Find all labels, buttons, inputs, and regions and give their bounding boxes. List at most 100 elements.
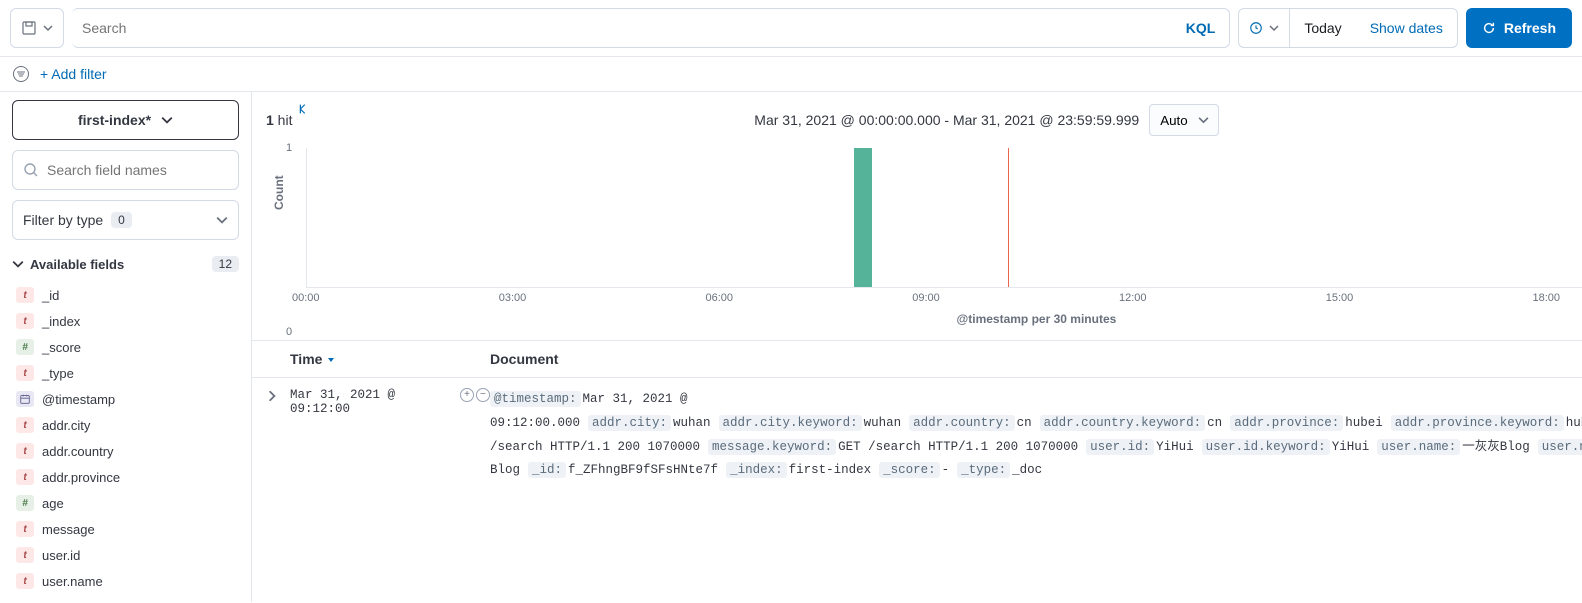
field-name: _type [42,366,74,381]
date-picker: Today Show dates [1238,8,1458,48]
sidebar: first-index* Filter by type 0 Available … [0,92,251,602]
results-panel: 1 hit Mar 31, 2021 @ 00:00:00.000 - Mar … [251,92,1582,602]
field-item[interactable]: t message [12,516,239,542]
field-item[interactable]: #age [12,490,239,516]
doc-field-value: cn [1207,416,1222,430]
doc-field-value: 一灰灰Blog [1462,440,1530,454]
text-type-icon: t [16,469,34,485]
doc-field-value: f_ZFhngBF9fSFsHNte7f [568,463,718,477]
doc-field-value: cn [1017,416,1032,430]
search-input[interactable] [72,20,1172,36]
x-tick: 18:00 [1533,292,1561,304]
main-content: first-index* Filter by type 0 Available … [0,92,1582,602]
saved-queries-menu[interactable] [10,8,64,48]
text-type-icon: t [16,443,34,459]
field-name: message [42,522,95,537]
add-filter-link[interactable]: + Add filter [40,66,107,82]
date-quick-select[interactable] [1239,9,1290,47]
doc-field-key: addr.country.keyword: [1040,415,1206,431]
filter-type-count: 0 [111,212,132,228]
now-marker [1008,148,1009,287]
column-time[interactable]: Time [290,351,490,367]
text-type-icon: t [16,287,34,303]
calendar-icon [1249,21,1263,35]
text-type-icon: t [16,521,34,537]
field-name: _score [42,340,81,355]
doc-field-key: @timestamp: [490,391,581,407]
x-tick: 00:00 [292,292,320,304]
doc-field-value: first-index [789,463,872,477]
field-item[interactable]: t_id [12,282,239,308]
doc-field-value: wuhan [673,416,711,430]
text-type-icon: t [16,573,34,589]
field-name: addr.city [42,418,90,433]
doc-field-key: user.name.keyword: [1538,439,1582,455]
refresh-icon [1482,21,1496,35]
time-cell: Mar 31, 2021 @ 09:12:00 + − [290,388,490,416]
y-tick: 0 [286,326,292,338]
text-type-icon: t [16,365,34,381]
show-dates-link[interactable]: Show dates [1356,20,1457,36]
field-item[interactable]: t _index [12,308,239,334]
available-fields-label: Available fields [30,257,124,272]
collapse-sidebar-icon[interactable] [296,102,310,116]
x-tick: 03:00 [499,292,527,304]
field-item[interactable]: t user.id [12,542,239,568]
doc-field-key: addr.province.keyword: [1391,415,1564,431]
remove-filter-icon[interactable]: − [476,388,490,402]
field-name: _index [42,314,80,329]
index-pattern-select[interactable]: first-index* [12,100,239,140]
doc-field-value: YiHui [1156,440,1194,454]
search-fields-input[interactable] [47,162,228,178]
x-tick: 12:00 [1119,292,1147,304]
expand-row-button[interactable] [266,388,290,402]
field-name: user.id [42,548,80,563]
filter-bar: + Add filter [0,57,1582,92]
filter-options-icon[interactable] [12,65,30,83]
doc-field-value: hubei [1566,416,1582,430]
chevron-down-icon [12,258,24,270]
number-type-icon: # [16,495,34,511]
histogram-bar[interactable] [854,148,872,287]
doc-field-key: user.id: [1086,439,1154,455]
kql-toggle[interactable]: KQL [1172,20,1230,36]
doc-field-value: hubei [1345,416,1383,430]
search-fields-wrap [12,150,239,190]
doc-field-key: addr.country: [909,415,1015,431]
available-fields-header[interactable]: Available fields 12 [12,252,239,276]
field-item[interactable]: #_score [12,334,239,360]
text-type-icon: t [16,313,34,329]
field-item[interactable]: @timestamp [12,386,239,412]
text-type-icon: t [16,547,34,563]
doc-field-key: message.keyword: [708,439,836,455]
filter-by-type[interactable]: Filter by type 0 [12,200,239,240]
doc-field-key: addr.province: [1230,415,1343,431]
add-filter-icon[interactable]: + [460,388,474,402]
chevron-down-icon [1269,23,1279,33]
field-item[interactable]: taddr.country [12,438,239,464]
column-document[interactable]: Document [490,351,1582,367]
interval-select[interactable]: Auto [1149,104,1219,136]
doc-field-value: wuhan [864,416,902,430]
query-bar: KQL Today Show dates Refresh [0,0,1582,57]
available-fields-count: 12 [212,256,239,272]
field-item[interactable]: taddr.province [12,464,239,490]
y-axis-label: Count [272,175,286,210]
chart-area: Count 1 0 00:0003:0006:0009:0012:0015:00… [252,148,1582,341]
x-tick: 09:00 [912,292,940,304]
index-pattern-label: first-index* [78,112,151,128]
x-tick: 15:00 [1326,292,1354,304]
field-item[interactable]: t _type [12,360,239,386]
search-icon [23,162,39,178]
x-ticks: 00:0003:0006:0009:0012:0015:0018:0021:00 [292,288,1582,312]
chevron-down-icon [216,214,228,226]
date-label: Today [1290,20,1355,36]
doc-field-key: _id: [528,462,566,478]
refresh-label: Refresh [1504,20,1556,36]
doc-field-key: user.name: [1377,439,1460,455]
field-item[interactable]: tuser.name [12,568,239,594]
save-icon [21,20,37,36]
histogram-plot[interactable] [306,148,1582,288]
field-item[interactable]: taddr.city [12,412,239,438]
refresh-button[interactable]: Refresh [1466,8,1572,48]
